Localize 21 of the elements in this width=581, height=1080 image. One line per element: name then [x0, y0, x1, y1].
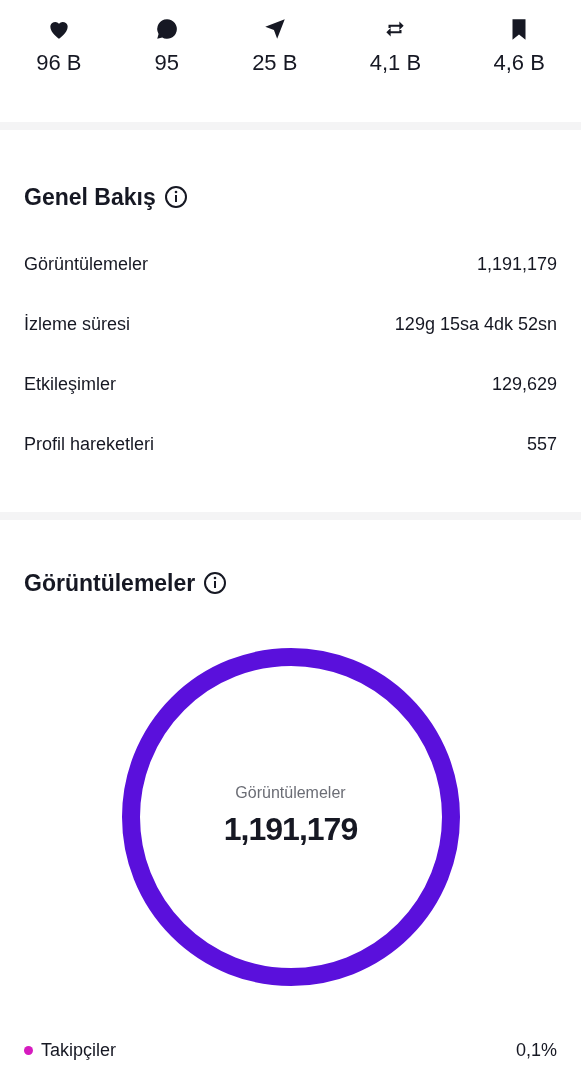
metric-label: Görüntülemeler: [24, 253, 149, 276]
metric-value: 1,191,179: [476, 253, 557, 276]
stat-count: 4,1 B: [369, 49, 422, 77]
metric-label: Etkileşimler: [24, 373, 116, 396]
metric-value: 129,629: [491, 373, 557, 396]
legend-value: 0,1%: [515, 1038, 557, 1062]
metric-label: Profil hareketleri: [24, 433, 155, 456]
stat-count: 96 B: [36, 49, 82, 77]
chart-value: 1,191,179: [223, 809, 358, 849]
stat-count: 25 B: [252, 49, 298, 77]
stat-count: 95: [154, 49, 179, 77]
legend-label: Takipçiler: [41, 1038, 117, 1062]
section-title: Genel Bakış: [24, 183, 156, 212]
info-icon[interactable]: [163, 185, 188, 210]
chart-label: Görüntülemeler: [234, 782, 347, 803]
section-title: Görüntülemeler: [24, 569, 196, 598]
info-icon[interactable]: [203, 571, 228, 596]
stat-count: 4,6 B: [493, 49, 545, 77]
metric-value: 129g 15sa 4dk 52sn: [394, 313, 557, 336]
metric-label: İzleme süresi: [24, 313, 131, 336]
metric-value: 557: [526, 433, 557, 456]
